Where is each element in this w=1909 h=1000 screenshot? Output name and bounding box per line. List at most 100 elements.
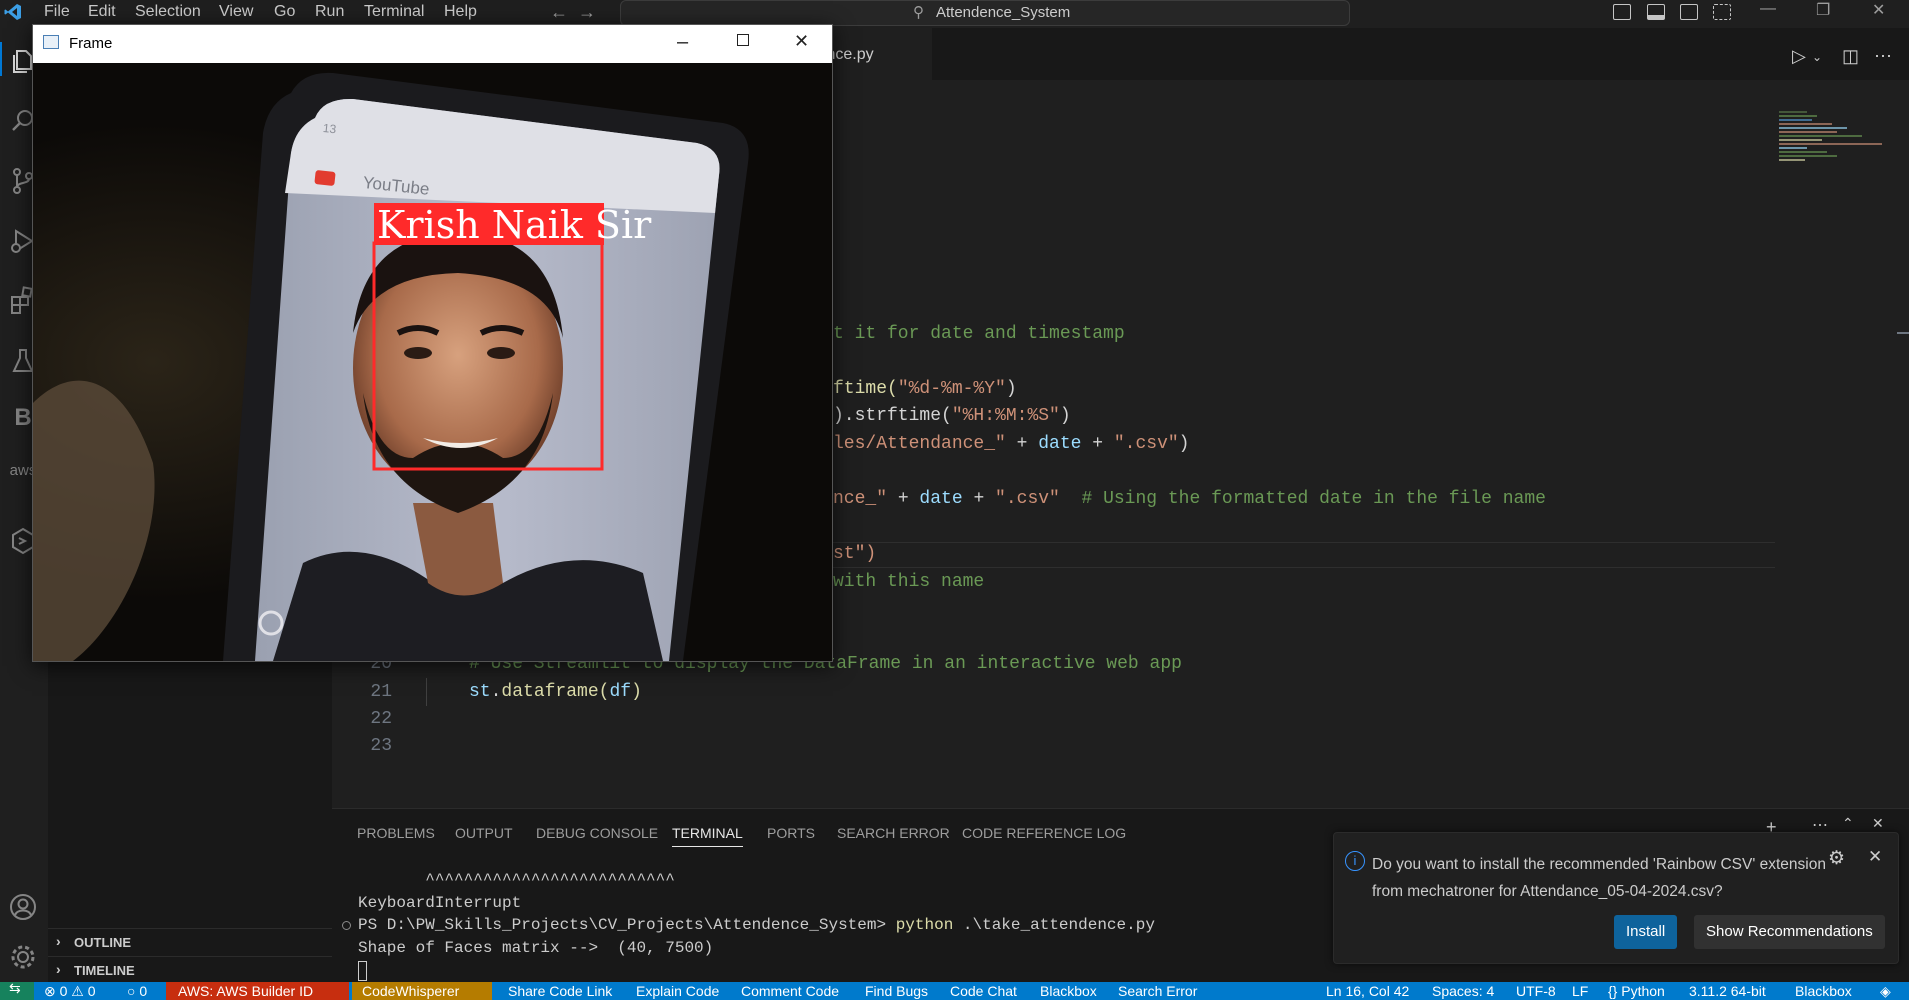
outline-label: OUTLINE bbox=[74, 935, 132, 950]
frame-title: Frame bbox=[69, 35, 113, 52]
run-file-icon[interactable]: ▷ bbox=[1792, 46, 1806, 67]
encoding[interactable]: UTF-8 bbox=[1516, 983, 1556, 999]
code-line: ).strftime("%H:%M:%S") bbox=[833, 406, 1071, 426]
customize-layout-icon[interactable] bbox=[1713, 4, 1731, 20]
ports-count[interactable]: ○ 0 bbox=[127, 983, 147, 999]
close-icon[interactable]: ✕ bbox=[1872, 0, 1885, 20]
terminal-prompt-line: PS D:\PW_Skills_Projects\CV_Projects\Att… bbox=[358, 916, 1155, 934]
frame-title-bar[interactable]: Frame – ✕ bbox=[33, 25, 832, 63]
language-mode[interactable]: {} Python bbox=[1608, 983, 1665, 999]
tab-terminal[interactable]: TERMINAL bbox=[672, 825, 743, 847]
close-icon[interactable]: ✕ bbox=[1868, 847, 1882, 867]
tab-ports[interactable]: PORTS bbox=[767, 825, 815, 841]
indentation[interactable]: Spaces: 4 bbox=[1432, 983, 1494, 999]
tab-debug-console[interactable]: DEBUG CONSOLE bbox=[536, 825, 658, 841]
code-line: ftime("%d-%m-%Y") bbox=[833, 379, 1017, 399]
active-indicator bbox=[0, 42, 2, 76]
terminal-line: ^^^^^^^^^^^^^^^^^^^^^^^^^^ bbox=[358, 871, 675, 889]
code-line: t it for date and timestamp bbox=[833, 324, 1125, 344]
run-dropdown-chevron-icon[interactable]: ⌄ bbox=[1812, 50, 1822, 64]
tab-code-reference-log[interactable]: CODE REFERENCE LOG bbox=[962, 825, 1126, 841]
window-app-icon bbox=[43, 35, 59, 49]
code-line: les/Attendance_" + date + ".csv") bbox=[833, 434, 1190, 454]
cursor-position[interactable]: Ln 16, Col 42 bbox=[1326, 983, 1409, 999]
braces-icon: {} bbox=[1608, 983, 1618, 999]
menu-help[interactable]: Help bbox=[444, 3, 477, 21]
code-line: st.dataframe(df) bbox=[469, 682, 642, 702]
blackbox-status[interactable]: Blackbox bbox=[1040, 983, 1097, 999]
manage-gear-icon[interactable] bbox=[6, 940, 40, 974]
install-button[interactable]: Install bbox=[1614, 915, 1678, 949]
more-actions-icon[interactable]: ⋯ bbox=[1874, 46, 1892, 67]
indent-guide bbox=[426, 678, 427, 706]
end-of-line[interactable]: LF bbox=[1572, 983, 1588, 999]
outline-section[interactable]: › OUTLINE bbox=[48, 928, 332, 956]
share-code-link[interactable]: Share Code Link bbox=[508, 983, 612, 999]
codewhisperer-status[interactable]: CodeWhisperer bbox=[352, 982, 492, 1000]
status-bar: ⇆ ⊗ 0 ⚠ 0 ○ 0 AWS: AWS Builder ID CodeWh… bbox=[0, 980, 1909, 1000]
remote-icon: ⇆ bbox=[9, 980, 21, 996]
chevron-right-icon: › bbox=[56, 933, 61, 949]
aws-status[interactable]: AWS: AWS Builder ID bbox=[166, 982, 349, 1000]
tab-problems[interactable]: PROBLEMS bbox=[357, 825, 435, 841]
split-editor-icon[interactable]: ◫ bbox=[1842, 46, 1859, 67]
accounts-icon[interactable] bbox=[6, 890, 40, 924]
face-label-text: Krish Naik Sir bbox=[377, 203, 652, 247]
command-center[interactable]: ⚲ Attendence_System bbox=[620, 0, 1350, 26]
find-bugs[interactable]: Find Bugs bbox=[865, 983, 928, 999]
line-number: 22 bbox=[370, 709, 392, 729]
command-decoration-icon[interactable] bbox=[342, 921, 351, 930]
tab-output[interactable]: OUTPUT bbox=[455, 825, 513, 841]
maximize-panel-icon[interactable]: ⌃ bbox=[1842, 815, 1854, 832]
info-icon: i bbox=[1345, 851, 1365, 871]
remote-indicator[interactable]: ⇆ bbox=[0, 980, 34, 1000]
maximize-icon[interactable] bbox=[737, 34, 749, 46]
problems-count[interactable]: ⊗ 0 ⚠ 0 bbox=[44, 983, 96, 1000]
blackbox-status-right[interactable]: Blackbox bbox=[1795, 983, 1852, 999]
scrollbar-marker bbox=[1897, 332, 1909, 334]
tab-search-error[interactable]: SEARCH ERROR bbox=[837, 825, 950, 841]
timeline-section[interactable]: › TIMELINE bbox=[48, 956, 332, 984]
minimize-icon[interactable]: — bbox=[1760, 0, 1776, 18]
minimize-icon[interactable]: – bbox=[677, 31, 688, 54]
minimap[interactable] bbox=[1777, 108, 1887, 178]
toggle-secondary-sidebar-icon[interactable] bbox=[1680, 4, 1698, 20]
menu-run[interactable]: Run bbox=[315, 3, 344, 21]
menu-edit[interactable]: Edit bbox=[88, 3, 116, 21]
camera-feed-image: YouTube 13 Krish Naik Sir bbox=[33, 63, 832, 661]
chevron-right-icon: › bbox=[56, 961, 61, 977]
terminal-line: Shape of Faces matrix --> (40, 7500) bbox=[358, 939, 714, 957]
command-center-label: Attendence_System bbox=[936, 4, 1071, 21]
close-icon[interactable]: ✕ bbox=[794, 31, 809, 52]
menu-go[interactable]: Go bbox=[274, 3, 295, 21]
menu-file[interactable]: File bbox=[44, 3, 70, 21]
title-bar: File Edit Selection View Go Run Terminal… bbox=[0, 0, 1909, 26]
explain-code[interactable]: Explain Code bbox=[636, 983, 719, 999]
search-icon: ⚲ bbox=[913, 4, 924, 21]
toggle-panel-icon[interactable] bbox=[1647, 4, 1665, 20]
frame-window[interactable]: Frame – ✕ YouTube 13 Krish Naik Sir bbox=[32, 24, 833, 662]
toggle-sidebar-icon[interactable] bbox=[1613, 4, 1631, 20]
menu-selection[interactable]: Selection bbox=[135, 3, 201, 21]
menu-view[interactable]: View bbox=[219, 3, 253, 21]
restore-icon[interactable]: ❐ bbox=[1816, 0, 1830, 20]
comment-code[interactable]: Comment Code bbox=[741, 983, 839, 999]
close-panel-icon[interactable]: ✕ bbox=[1872, 815, 1884, 832]
notification-message: Do you want to install the recommended '… bbox=[1372, 856, 1826, 900]
code-chat[interactable]: Code Chat bbox=[950, 983, 1017, 999]
code-line: nce_" + date + ".csv" # Using the format… bbox=[833, 489, 1546, 509]
extension-recommendation-notification: i Do you want to install the recommended… bbox=[1333, 832, 1899, 964]
python-interpreter[interactable]: 3.11.2 64-bit bbox=[1689, 983, 1766, 999]
show-recommendations-button[interactable]: Show Recommendations bbox=[1694, 915, 1885, 949]
back-forward-icon[interactable]: ← → bbox=[550, 2, 596, 23]
notifications-bell-icon[interactable]: ◈ bbox=[1880, 983, 1891, 1000]
vscode-logo-icon bbox=[4, 4, 21, 20]
terminal-cursor[interactable] bbox=[358, 961, 367, 981]
gear-icon[interactable]: ⚙ bbox=[1828, 847, 1845, 870]
line-number: 23 bbox=[370, 736, 392, 756]
menu-terminal[interactable]: Terminal bbox=[364, 3, 424, 21]
code-line: with this name bbox=[833, 572, 985, 592]
line-number: 21 bbox=[370, 682, 392, 702]
search-error-status[interactable]: Search Error bbox=[1118, 983, 1197, 999]
terminal-line: KeyboardInterrupt bbox=[358, 894, 522, 912]
